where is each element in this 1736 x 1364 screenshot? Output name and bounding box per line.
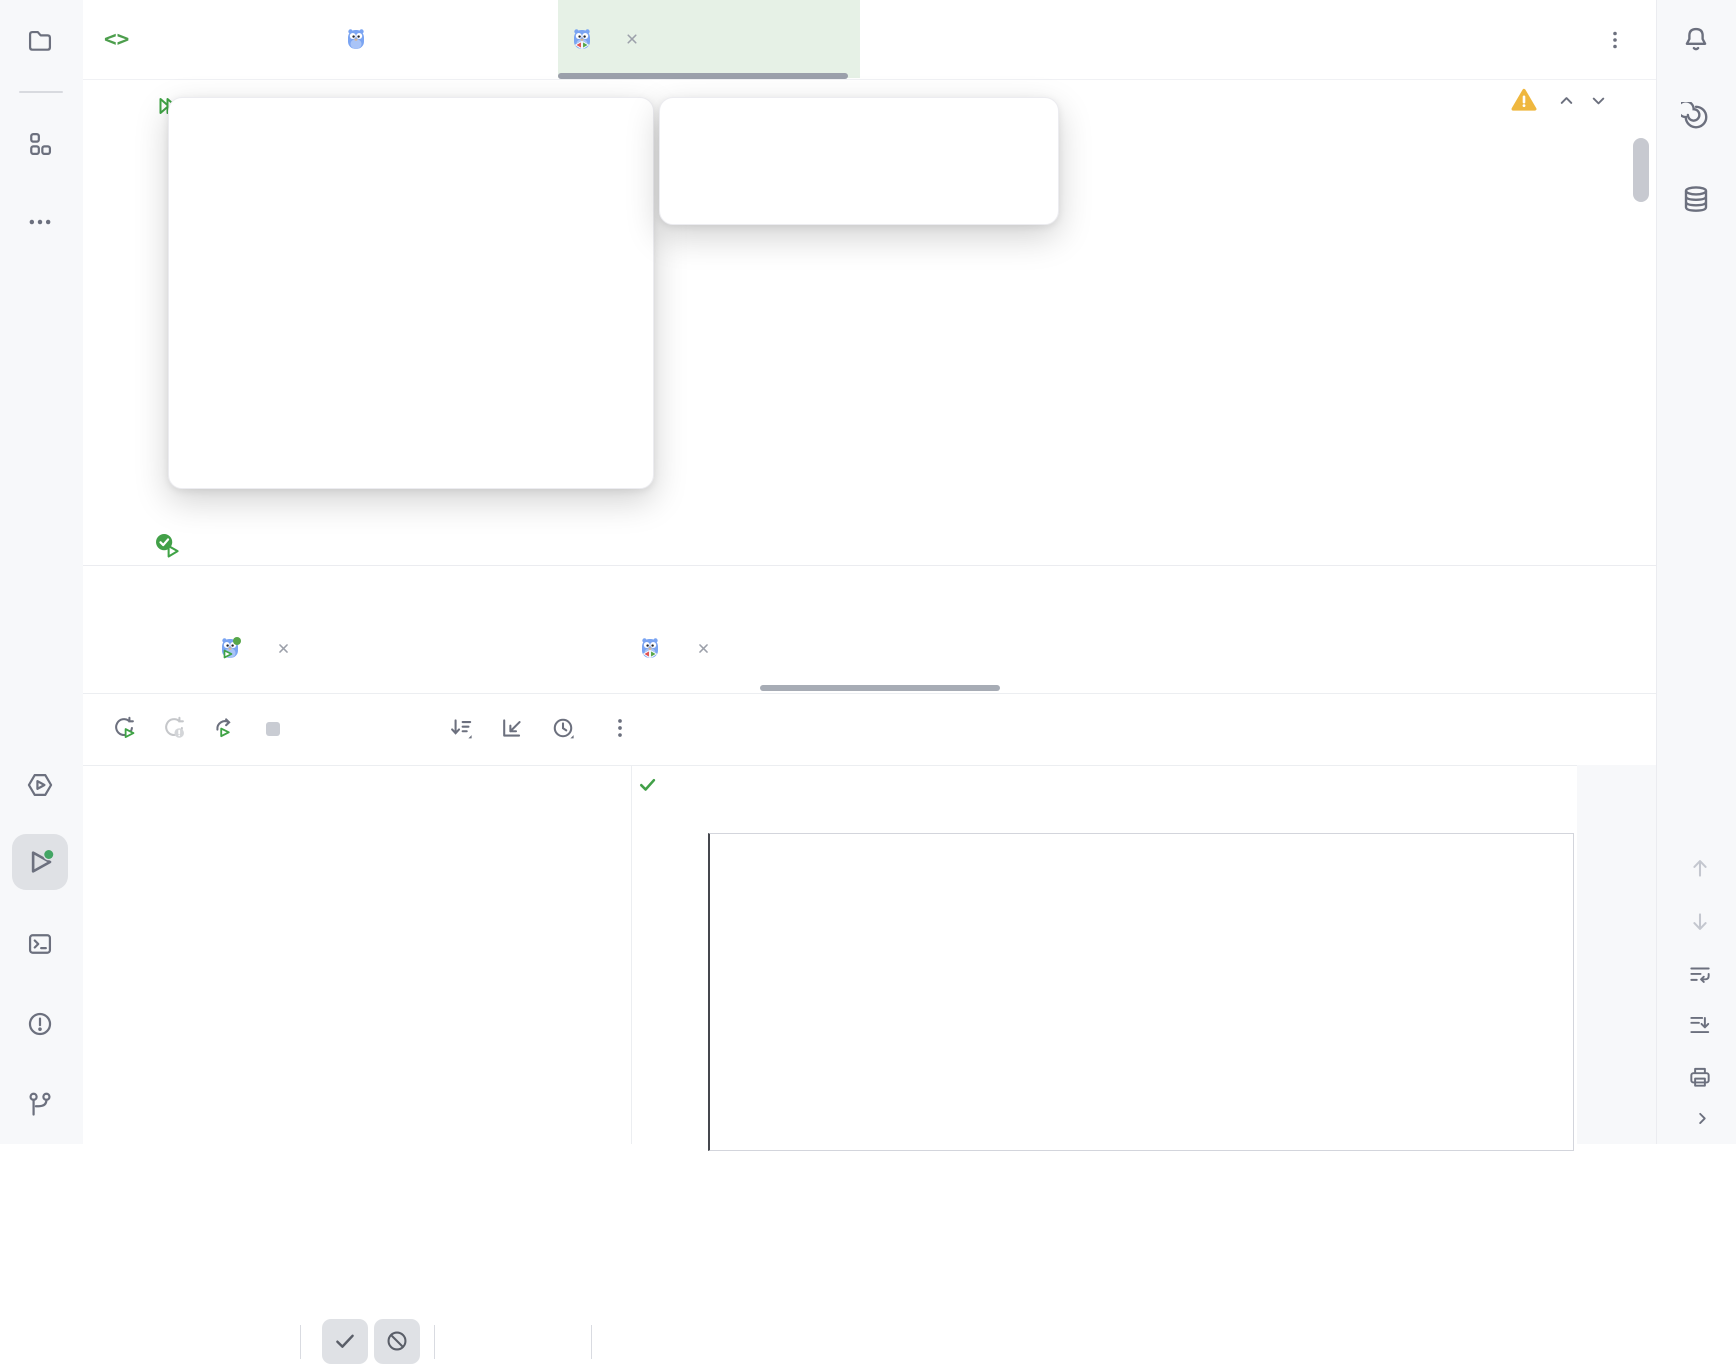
go-test-icon — [638, 636, 662, 660]
structure-icon[interactable] — [26, 130, 54, 158]
rerun-auto-icon[interactable] — [212, 715, 238, 741]
show-passed-icon — [332, 1328, 358, 1354]
project-folder-icon[interactable] — [26, 26, 54, 54]
test-results-tree — [83, 765, 631, 1144]
run-icon — [25, 847, 55, 877]
html-tag-icon: <> — [104, 27, 129, 51]
database-icon[interactable] — [1681, 184, 1711, 214]
more-options-kebab-icon[interactable] — [607, 715, 633, 741]
test-passed-run-icon[interactable] — [154, 532, 181, 559]
breadcrumb-bar — [83, 565, 1656, 614]
run-tab-go-build[interactable] — [218, 613, 293, 683]
console-output[interactable] — [708, 833, 1574, 1151]
inspection-widget[interactable] — [1511, 88, 1610, 112]
sort-icon[interactable] — [448, 715, 474, 741]
terminal-icon[interactable] — [26, 930, 54, 958]
run-tool-window — [83, 613, 1656, 1144]
git-branch-icon[interactable] — [26, 1090, 54, 1118]
run-context-menu — [168, 97, 654, 489]
services-icon[interactable] — [26, 771, 54, 799]
run-tool-window-button[interactable] — [12, 834, 68, 890]
show-ignored-toggle[interactable] — [374, 1319, 420, 1364]
close-icon[interactable] — [274, 639, 293, 658]
run-tab-go-test[interactable] — [638, 613, 713, 683]
show-ignored-icon — [384, 1328, 410, 1354]
tab-main-go[interactable] — [330, 0, 530, 78]
stop-icon — [261, 717, 285, 741]
tab-options-kebab-icon[interactable] — [1603, 28, 1627, 52]
tab-index-html[interactable]: <> — [88, 0, 316, 78]
up-icon[interactable] — [1687, 855, 1713, 881]
tab-main-test-go[interactable] — [558, 0, 860, 78]
ai-assistant-icon[interactable] — [1681, 102, 1711, 132]
run-submenu — [659, 97, 1059, 225]
notifications-icon[interactable] — [1681, 24, 1711, 54]
problems-icon[interactable] — [26, 1010, 54, 1038]
close-icon[interactable] — [694, 639, 713, 658]
passed-check-icon — [636, 773, 659, 796]
close-icon[interactable] — [622, 29, 642, 49]
rerun-icon[interactable] — [111, 715, 137, 741]
editor-scrollbar-thumb[interactable] — [1633, 138, 1649, 202]
print-icon[interactable] — [1687, 1064, 1713, 1090]
more-tool-windows-icon[interactable] — [26, 208, 54, 236]
go-test-icon — [570, 27, 594, 51]
navigate-with-single-click-icon[interactable] — [499, 715, 525, 741]
run-tab-underline — [760, 685, 1000, 691]
left-tool-rail — [0, 0, 84, 1144]
rerun-failed-icon — [161, 715, 187, 741]
go-run-icon — [218, 636, 242, 660]
test-summary — [636, 773, 679, 796]
warning-icon — [1511, 88, 1537, 112]
expand-icon[interactable] — [1691, 1107, 1713, 1129]
active-tab-underline — [558, 73, 848, 79]
show-passed-toggle[interactable] — [322, 1319, 368, 1364]
soft-wrap-icon[interactable] — [1687, 962, 1713, 988]
history-icon[interactable] — [550, 715, 576, 741]
next-problem-icon[interactable] — [1587, 89, 1610, 112]
file-tab-bar: <> — [83, 0, 1656, 80]
prev-problem-icon[interactable] — [1555, 89, 1578, 112]
console-right-gutter — [1577, 765, 1656, 1144]
go-gopher-icon — [344, 27, 368, 51]
rail-divider — [19, 91, 63, 93]
scroll-end-icon[interactable] — [1687, 1012, 1713, 1038]
down-icon[interactable] — [1687, 909, 1713, 935]
